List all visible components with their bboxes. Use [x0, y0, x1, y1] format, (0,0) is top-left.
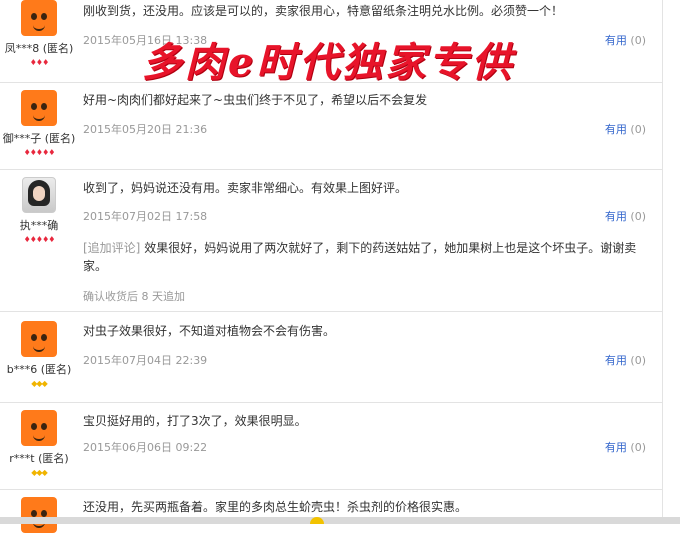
helpful-label[interactable]: 有用 [605, 441, 627, 454]
helpful-label[interactable]: 有用 [605, 123, 627, 136]
review-body: 对虫子效果很好，不知道对植物会不会有伤害。 [83, 322, 643, 340]
reviewer: r***t (匿名) ◆◆◆ [0, 410, 78, 477]
appended-review: [追加评论] 效果很好，妈妈说用了两次就好了，剩下的药送姑姑了，她加果树上也是这… [83, 239, 653, 275]
reviewer-name: 执***确 [19, 219, 59, 232]
bottom-scrollbar[interactable] [0, 517, 680, 524]
append-text: 效果很好，妈妈说用了两次就好了，剩下的药送姑姑了，她加果树上也是这个坏虫子。谢谢… [83, 241, 637, 273]
helpful-count: (0) [630, 354, 646, 367]
rank-hearts-icon: ♦♦♦ [29, 58, 50, 67]
review-date: 2015年05月20日 21:36 [83, 123, 208, 136]
avatar[interactable] [21, 90, 57, 126]
review-item: b***6 (匿名) ◆◆◆ 对虫子效果很好，不知道对植物会不会有伤害。 201… [0, 311, 662, 403]
review-text: 好用~肉肉们都好起来了~虫虫们终于不见了，希望以后不会复发 [83, 93, 428, 107]
reviewer-name: 凤***8 (匿名) [4, 42, 74, 55]
review-date: 2015年07月04日 22:39 [83, 354, 208, 367]
reviewer: 凤***8 (匿名) ♦♦♦ [0, 0, 78, 67]
review-text: 收到了，妈妈说还没有用。卖家非常细心。有效果上图好评。 [83, 181, 408, 195]
reviewer: b***6 (匿名) ◆◆◆ [0, 321, 78, 388]
rank-diamonds-icon: ◆◆◆ [31, 468, 47, 477]
rank-hearts-icon: ♦♦♦♦♦ [23, 235, 56, 244]
review-body: 刚收到货，还没用。应该是可以的，卖家很用心，特意留纸条注明兑水比例。必须赞一个！ [83, 2, 643, 20]
reviewer-name: r***t (匿名) [9, 452, 69, 465]
helpful-label[interactable]: 有用 [605, 210, 627, 223]
helpful-label[interactable]: 有用 [605, 34, 627, 47]
review-date: 2015年07月02日 17:58 [83, 210, 208, 223]
helpful-button[interactable]: 有用 (0) [605, 121, 646, 137]
helpful-count: (0) [630, 441, 646, 454]
review-body: 好用~肉肉们都好起来了~虫虫们终于不见了，希望以后不会复发 [83, 91, 643, 109]
review-item: 御***子 (匿名) ♦♦♦♦♦ 好用~肉肉们都好起来了~虫虫们终于不见了，希望… [0, 82, 662, 170]
reviewer-name: b***6 (匿名) [6, 363, 72, 376]
helpful-label[interactable]: 有用 [605, 354, 627, 367]
watermark-overlay: 多肉e时代独家专供 [142, 39, 515, 86]
helpful-count: (0) [630, 34, 646, 47]
review-body: 收到了，妈妈说还没有用。卖家非常细心。有效果上图好评。 [83, 179, 643, 197]
helpful-button[interactable]: 有用 (0) [605, 208, 646, 224]
helpful-count: (0) [630, 210, 646, 223]
rank-hearts-icon: ♦♦♦♦♦ [23, 148, 56, 157]
avatar[interactable] [21, 497, 57, 533]
reviewer: 执***确 ♦♦♦♦♦ [0, 177, 78, 244]
review-text: 刚收到货，还没用。应该是可以的，卖家很用心，特意留纸条注明兑水比例。必须赞一个！ [83, 4, 564, 18]
helpful-count: (0) [630, 123, 646, 136]
list-border [662, 0, 663, 524]
reviewer: 御***子 (匿名) ♦♦♦♦♦ [0, 90, 78, 157]
rank-diamonds-icon: ◆◆◆ [31, 379, 47, 388]
avatar[interactable] [21, 0, 57, 36]
reviewer-name: 御***子 (匿名) [2, 132, 76, 145]
review-body: 宝贝挺好用的，打了3次了，效果很明显。 [83, 412, 643, 430]
review-text: 对虫子效果很好，不知道对植物会不会有伤害。 [83, 324, 336, 338]
review-text: 宝贝挺好用的，打了3次了，效果很明显。 [83, 414, 307, 428]
helpful-button[interactable]: 有用 (0) [605, 32, 646, 48]
review-text: 还没用，先买两瓶备着。家里的多肉总生蚧壳虫！杀虫剂的价格很实惠。 [83, 500, 468, 514]
append-tag: [追加评论] [83, 241, 141, 255]
review-item: r***t (匿名) ◆◆◆ 宝贝挺好用的，打了3次了，效果很明显。 2015年… [0, 402, 662, 490]
append-meta: 确认收货后 8 天追加 [83, 290, 185, 303]
avatar[interactable] [21, 410, 57, 446]
review-body: 还没用，先买两瓶备着。家里的多肉总生蚧壳虫！杀虫剂的价格很实惠。 [83, 498, 643, 516]
scroll-thumb[interactable] [310, 517, 324, 524]
avatar[interactable] [21, 321, 57, 357]
avatar[interactable] [22, 177, 56, 213]
review-item: 执***确 ♦♦♦♦♦ 收到了，妈妈说还没有用。卖家非常细心。有效果上图好评。 … [0, 169, 662, 312]
reviewer [0, 497, 78, 533]
review-date: 2015年06月06日 09:22 [83, 441, 208, 454]
helpful-button[interactable]: 有用 (0) [605, 352, 646, 368]
helpful-button[interactable]: 有用 (0) [605, 439, 646, 455]
